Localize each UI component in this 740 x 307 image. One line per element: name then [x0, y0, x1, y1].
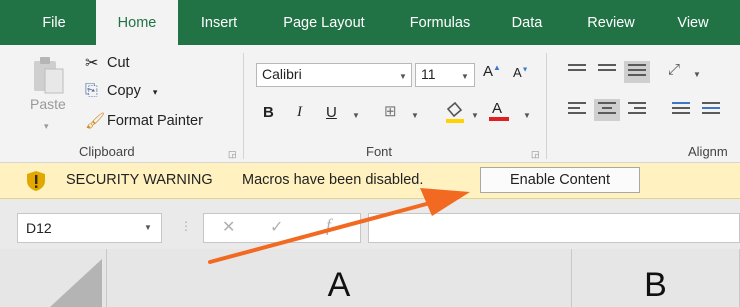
ribbon-tab-bar: File Home Insert Page Layout Formulas Da…: [0, 0, 740, 46]
enter-icon[interactable]: ✓: [270, 217, 283, 237]
decrease-indent-button[interactable]: [668, 99, 694, 121]
warning-shield-icon: [27, 171, 45, 191]
clipboard-group-label: Clipboard: [79, 144, 135, 159]
cut-button[interactable]: ✂ Cut: [85, 53, 130, 73]
bottom-align-button[interactable]: [624, 61, 650, 83]
format-painter-button[interactable]: 🖌 Format Painter: [85, 111, 203, 131]
tab-page-layout[interactable]: Page Layout: [268, 0, 380, 45]
cut-label: Cut: [107, 54, 130, 71]
alignment-group-label: Alignm: [688, 144, 728, 159]
copy-dropdown-icon[interactable]: ▾: [153, 87, 158, 97]
copy-button[interactable]: ⎘ Copy ▾: [85, 82, 157, 100]
font-dialog-launcher-icon[interactable]: ◲: [531, 149, 540, 160]
copy-label: Copy: [107, 82, 141, 99]
align-right-button[interactable]: [624, 99, 650, 121]
fill-color-dropdown-icon[interactable]: ▼: [471, 111, 479, 120]
top-align-button[interactable]: [564, 61, 590, 83]
font-color-swatch: [489, 117, 509, 121]
column-header-b[interactable]: B: [572, 249, 740, 307]
italic-button[interactable]: I: [297, 104, 302, 121]
group-divider: [243, 53, 244, 159]
formula-bar-area: D12 ▼ ⋮ ✕ ✓ f: [0, 199, 740, 249]
shrink-font-button[interactable]: A▼: [513, 65, 529, 80]
name-box-dropdown-icon[interactable]: ▼: [144, 223, 152, 232]
underline-dropdown-icon[interactable]: ▼: [352, 111, 360, 120]
tab-review[interactable]: Review: [576, 0, 646, 45]
font-group-label: Font: [366, 144, 393, 159]
align-center-button[interactable]: [594, 99, 620, 121]
align-left-button[interactable]: [564, 99, 590, 121]
increase-indent-button[interactable]: [698, 99, 724, 121]
tab-data[interactable]: Data: [502, 0, 552, 45]
borders-icon[interactable]: ⊞: [384, 102, 397, 120]
orientation-icon[interactable]: ⤢: [668, 61, 680, 78]
font-color-button[interactable]: A: [489, 101, 509, 121]
middle-align-button[interactable]: [594, 61, 620, 83]
cancel-icon[interactable]: ✕: [222, 217, 235, 237]
underline-button[interactable]: U: [326, 104, 337, 121]
tab-insert[interactable]: Insert: [190, 0, 248, 45]
copy-icon: ⎘: [85, 82, 98, 99]
font-size-dropdown-icon[interactable]: ▼: [461, 72, 469, 81]
tab-home[interactable]: Home: [96, 0, 178, 46]
security-warning-title: SECURITY WARNING: [66, 172, 213, 188]
scissors-icon: ✂: [85, 55, 99, 72]
select-all-corner[interactable]: [0, 249, 107, 307]
font-color-dropdown-icon[interactable]: ▼: [523, 111, 531, 120]
column-header-a[interactable]: A: [107, 249, 572, 307]
formula-bar-grip-icon[interactable]: ⋮: [180, 219, 192, 233]
insert-function-icon[interactable]: f: [326, 215, 331, 236]
security-warning-message: Macros have been disabled.: [242, 172, 424, 188]
worksheet-grid: A B: [0, 249, 740, 307]
ribbon-home: Paste ▾ ✂ Cut ⎘ Copy ▾ 🖌 Format Painter Cli…: [0, 45, 740, 163]
grow-font-button[interactable]: A▲: [483, 63, 501, 80]
security-warning-bar: SECURITY WARNING Macros have been disabl…: [0, 163, 740, 199]
orientation-dropdown-icon[interactable]: ▼: [693, 70, 701, 79]
bold-button[interactable]: B: [263, 104, 274, 121]
paste-dropdown-icon[interactable]: ▾: [44, 121, 49, 132]
paintbrush-icon: 🖌: [85, 113, 106, 130]
select-all-triangle-icon: [50, 259, 102, 307]
paste-icon[interactable]: [31, 55, 65, 95]
paste-button-label[interactable]: Paste: [30, 96, 66, 112]
fill-color-button[interactable]: [444, 100, 466, 128]
borders-dropdown-icon[interactable]: ▼: [411, 111, 419, 120]
formula-input[interactable]: [368, 213, 740, 243]
name-box[interactable]: D12: [17, 213, 162, 243]
group-divider: [546, 53, 547, 159]
font-name-select[interactable]: Calibri: [256, 63, 412, 87]
font-name-dropdown-icon[interactable]: ▼: [399, 72, 407, 81]
enable-content-button[interactable]: Enable Content: [480, 167, 640, 193]
tab-formulas[interactable]: Formulas: [396, 0, 484, 45]
paint-bucket-icon: [446, 101, 464, 123]
clipboard-dialog-launcher-icon[interactable]: ◲: [228, 149, 237, 160]
format-painter-label: Format Painter: [107, 112, 203, 129]
tab-file[interactable]: File: [30, 0, 78, 45]
tab-view[interactable]: View: [668, 0, 718, 45]
